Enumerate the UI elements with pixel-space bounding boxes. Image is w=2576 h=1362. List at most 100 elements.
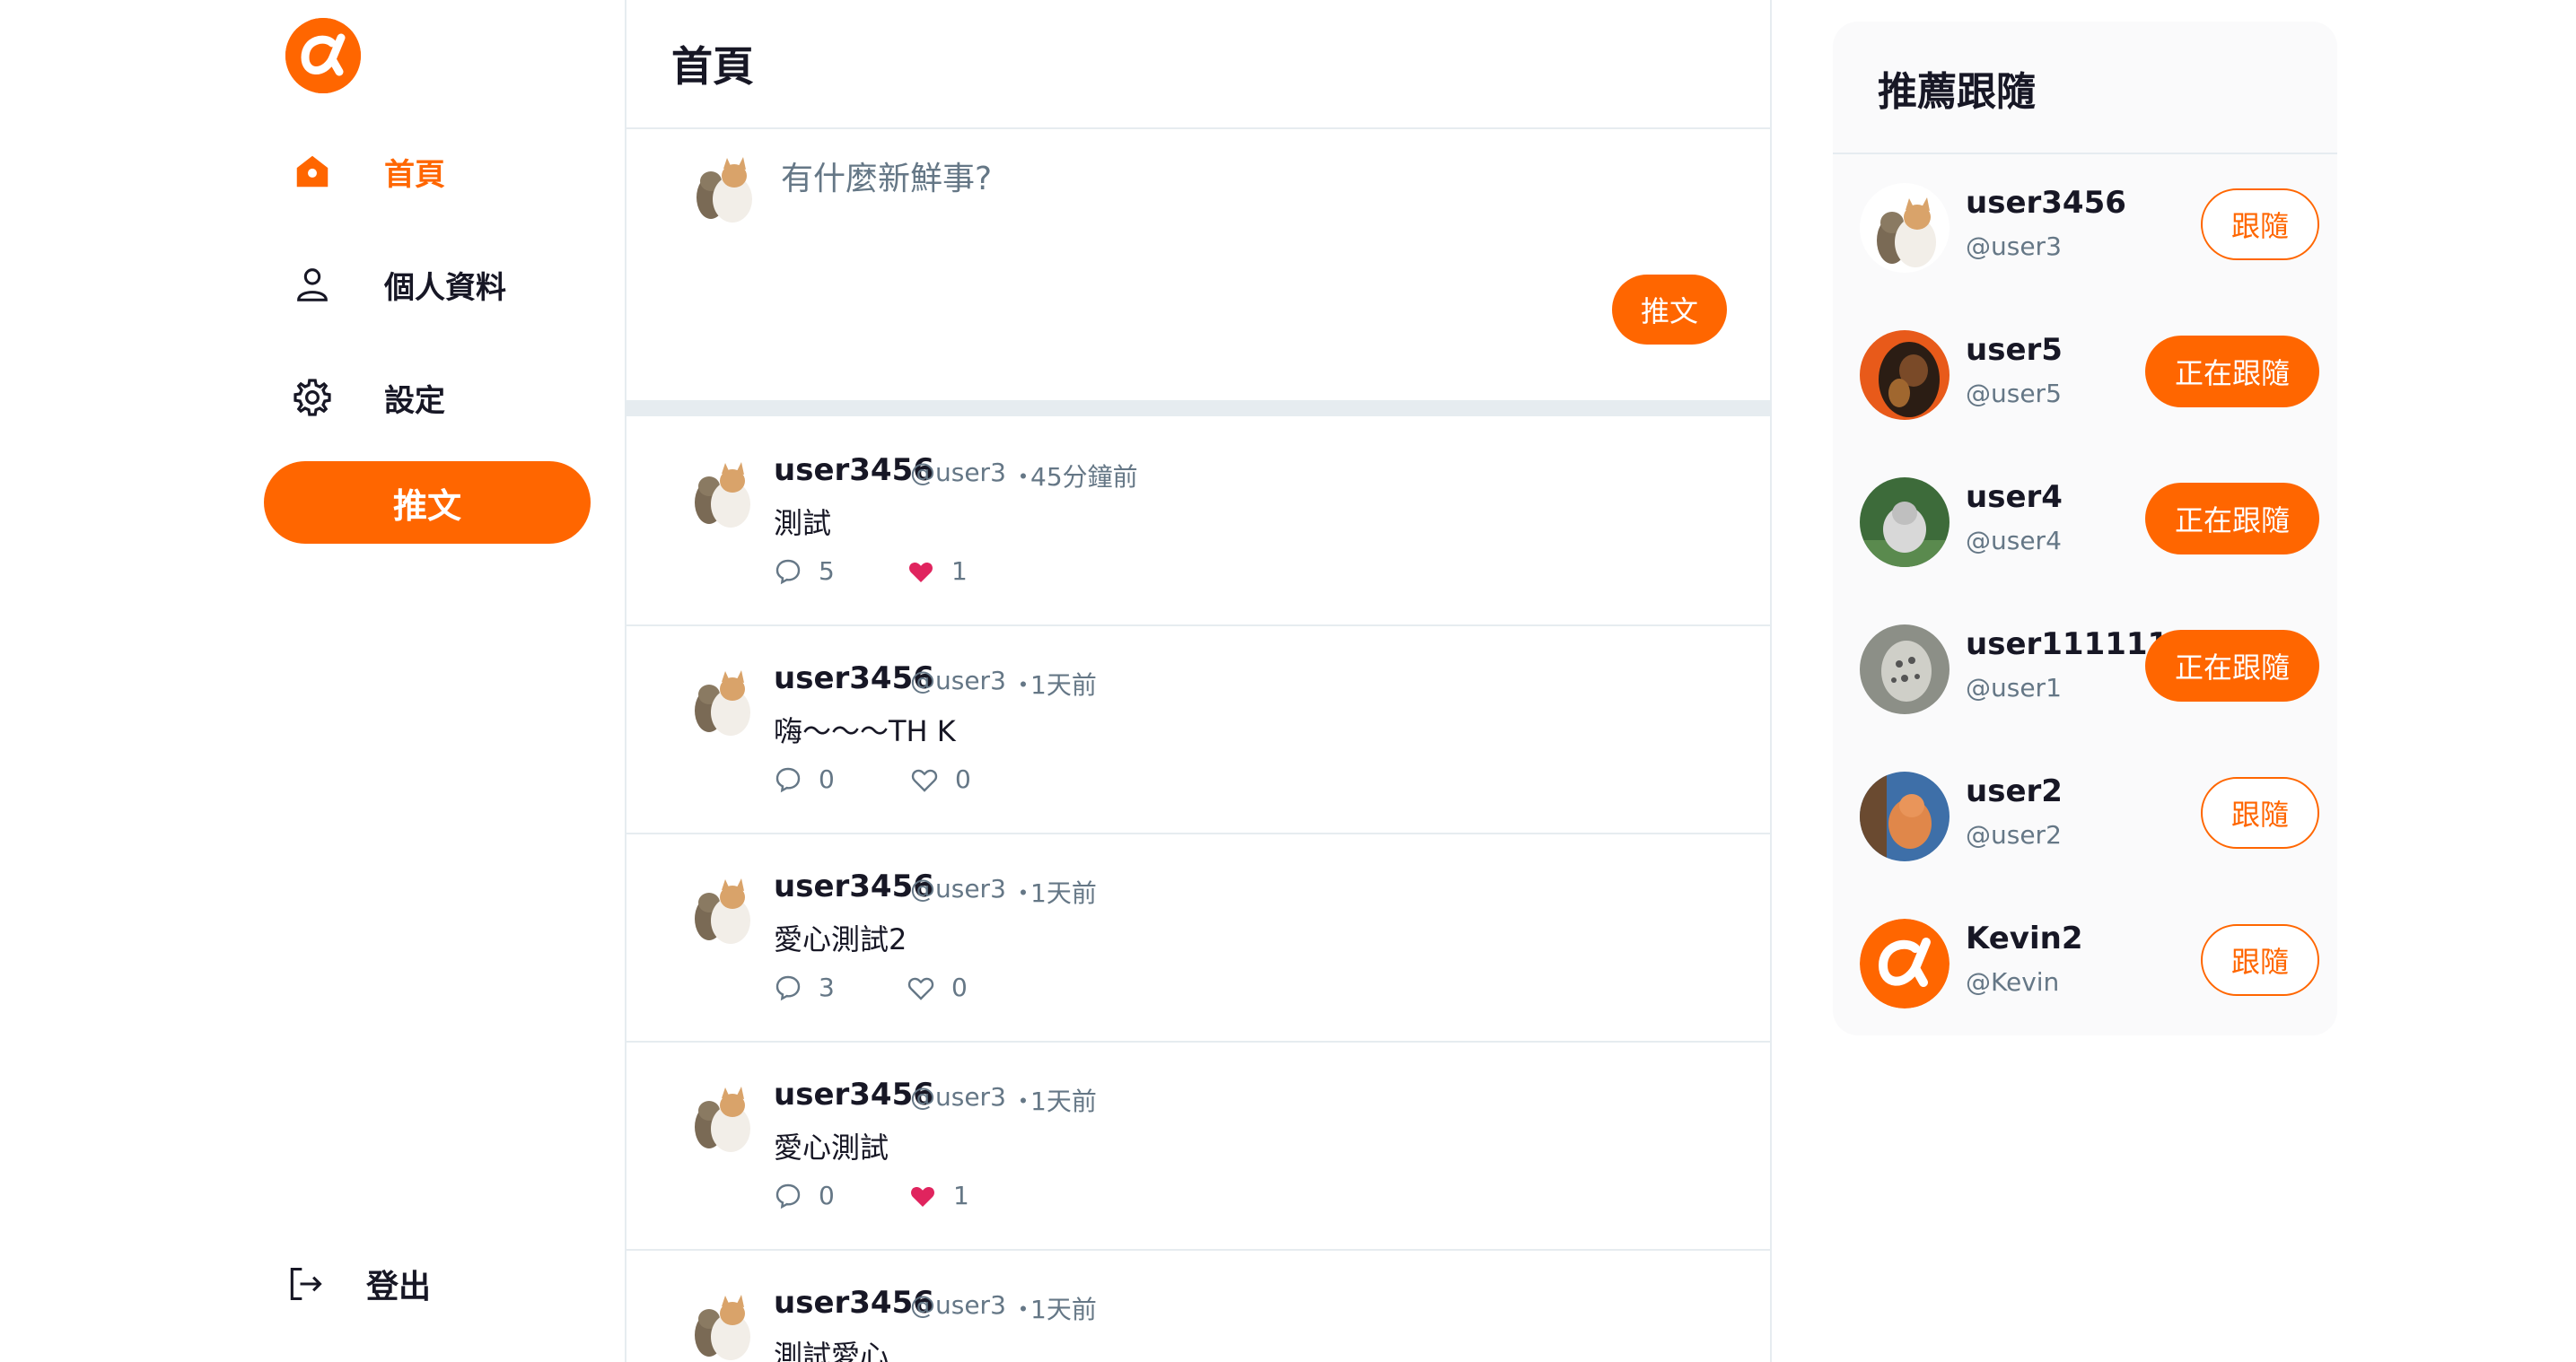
avatar[interactable]: [1860, 330, 1950, 420]
like-button[interactable]: 0: [907, 973, 968, 1002]
recommend-user-name[interactable]: Kevin2: [1966, 921, 2083, 956]
cat-photo-icon: [1860, 330, 1950, 420]
leopard-photo-icon: [1860, 624, 1950, 714]
tweet-time: 1天前: [1030, 878, 1097, 908]
tweet-text: 愛心測試2: [774, 922, 907, 956]
tweet-item[interactable]: user3456 @user3 ・ 1天前 嗨〜〜〜TH K 0 0: [626, 624, 1772, 833]
follow-button[interactable]: 跟隨: [2201, 777, 2319, 849]
tweet-handle: @user3: [910, 1290, 1006, 1320]
cat-avatar-icon: [680, 144, 765, 228]
reply-count: 3: [819, 973, 835, 1002]
recommend-item: user2 @user2 跟隨: [1860, 766, 2319, 867]
tweet-avatar[interactable]: [679, 1281, 763, 1362]
compose-separator: [626, 400, 1772, 416]
recommend-user-name[interactable]: user3456: [1966, 185, 2126, 221]
recommend-divider: [1833, 153, 2337, 154]
cat-photo-icon: [1860, 477, 1950, 567]
home-icon: [287, 146, 337, 196]
reply-count: 0: [819, 764, 835, 794]
cat-avatar-icon: [1860, 183, 1950, 273]
tweet-time: 1天前: [1030, 1295, 1097, 1324]
like-button[interactable]: 0: [910, 764, 971, 794]
following-button[interactable]: 正在跟隨: [2145, 336, 2319, 407]
app-logo[interactable]: [285, 18, 361, 93]
recommend-item: user5 @user5 正在跟隨: [1860, 325, 2319, 425]
like-count: 1: [951, 556, 968, 586]
avatar[interactable]: [1860, 477, 1950, 567]
avatar[interactable]: [1860, 919, 1950, 1008]
recommend-user-name[interactable]: user111111: [1966, 626, 2169, 662]
compose-tweet-button[interactable]: 推文: [1612, 275, 1727, 345]
sidebar-item-label: 設定: [384, 382, 445, 419]
header-divider: [626, 127, 1772, 129]
tweet-handle: @user3: [910, 1082, 1006, 1112]
tweet-text: 愛心測試: [774, 1131, 889, 1165]
tweet-avatar[interactable]: [679, 449, 763, 533]
recommend-user-handle: @user1: [1966, 673, 2062, 703]
like-button[interactable]: 1: [908, 1181, 969, 1210]
cat-avatar-icon: [679, 1073, 763, 1157]
recommend-user-name[interactable]: user5: [1966, 332, 2063, 368]
tweet-actions: 0 1: [774, 1181, 1133, 1217]
heart-outline-icon: [911, 769, 938, 792]
reply-button[interactable]: 0: [774, 1181, 835, 1210]
tweet-item[interactable]: user3456 @user3 ・ 1天前 愛心測試 0 1: [626, 1041, 1772, 1249]
tweet-handle: @user3: [910, 666, 1006, 695]
recommend-user-handle: @user4: [1966, 526, 2062, 555]
following-button[interactable]: 正在跟隨: [2145, 630, 2319, 702]
reply-button[interactable]: 3: [774, 973, 835, 1002]
sidebar-tweet-button[interactable]: 推文: [264, 461, 591, 544]
sidebar-item-profile[interactable]: 個人資料: [287, 253, 506, 316]
reply-count: 5: [819, 556, 835, 586]
tweet-actions: 5 1: [774, 556, 1133, 592]
following-button[interactable]: 正在跟隨: [2145, 483, 2319, 554]
recommend-item: user111111 @user1 正在跟隨: [1860, 619, 2319, 720]
recommend-item: user4 @user4 正在跟隨: [1860, 472, 2319, 572]
tweet-avatar[interactable]: [679, 657, 763, 741]
alpha-logo-icon: [285, 18, 361, 93]
sidebar-item-home[interactable]: 首頁: [287, 140, 445, 203]
tweet-avatar[interactable]: [679, 865, 763, 949]
tweet-handle: @user3: [910, 874, 1006, 904]
comment-icon: [775, 559, 801, 584]
sidebar-item-settings[interactable]: 設定: [287, 366, 445, 429]
compose-input[interactable]: [779, 151, 1716, 206]
tweet-text: 測試愛心: [774, 1339, 889, 1362]
tweet-item[interactable]: user3456 @user3 ・ 1天前 測試愛心: [626, 1249, 1772, 1362]
cat-avatar-icon: [679, 657, 763, 741]
tweet-time: 1天前: [1030, 1087, 1097, 1116]
logout-button[interactable]: 登出: [285, 1253, 431, 1315]
recommend-user-handle: @Kevin: [1966, 967, 2060, 997]
sidebar-item-label: 個人資料: [384, 269, 506, 306]
tweet-item[interactable]: user3456 @user3 ・ 45分鐘前 測試 5 1: [626, 416, 1772, 624]
page-title: 首頁: [671, 42, 754, 91]
alpha-logo-icon: [1860, 919, 1950, 1008]
avatar[interactable]: [1860, 624, 1950, 714]
user-icon: [287, 259, 337, 310]
recommend-title: 推薦跟隨: [1878, 69, 2036, 115]
avatar[interactable]: [1860, 772, 1950, 861]
recommend-item: user3456 @user3 跟隨: [1860, 178, 2319, 278]
tweet-actions: 3 0: [774, 973, 1133, 1008]
sidebar-item-label: 首頁: [384, 156, 445, 193]
follow-button[interactable]: 跟隨: [2201, 924, 2319, 996]
recommend-user-name[interactable]: user2: [1966, 773, 2063, 809]
cat-photo-icon: [1860, 772, 1950, 861]
recommend-user-name[interactable]: user4: [1966, 479, 2063, 515]
reply-button[interactable]: 0: [774, 764, 835, 794]
tweet-text: 測試: [774, 506, 832, 540]
cat-avatar-icon: [679, 865, 763, 949]
tweet-time: 45分鐘前: [1030, 462, 1138, 492]
avatar[interactable]: [1860, 183, 1950, 273]
heart-outline-icon: [907, 977, 934, 1000]
heart-filled-icon: [911, 1186, 934, 1207]
like-button[interactable]: 1: [907, 556, 968, 586]
tweet-avatar[interactable]: [679, 1073, 763, 1157]
like-count: 0: [951, 973, 968, 1002]
reply-count: 0: [819, 1181, 835, 1210]
comment-icon: [775, 975, 801, 1000]
reply-button[interactable]: 5: [774, 556, 835, 586]
cat-avatar-icon: [679, 449, 763, 533]
tweet-item[interactable]: user3456 @user3 ・ 1天前 愛心測試2 3 0: [626, 833, 1772, 1041]
follow-button[interactable]: 跟隨: [2201, 188, 2319, 260]
